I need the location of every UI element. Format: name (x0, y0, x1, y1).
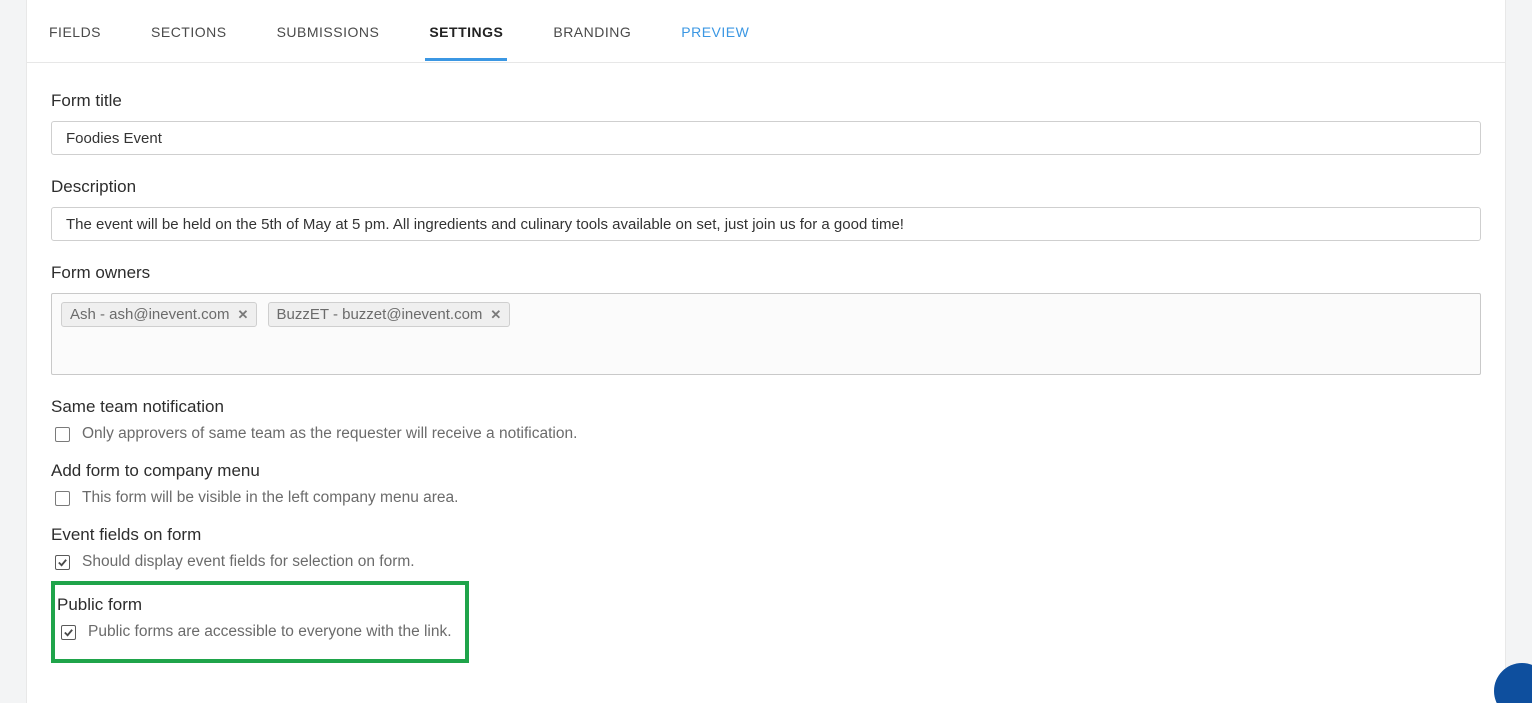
public-form-checkbox[interactable] (61, 625, 76, 640)
description-label: Description (51, 177, 1481, 197)
owner-tag-text: BuzzET - buzzet@inevent.com (277, 306, 483, 323)
event-fields-checkbox[interactable] (55, 555, 70, 570)
owner-tag: BuzzET - buzzet@inevent.com ✕ (268, 302, 511, 327)
form-title-label: Form title (51, 91, 1481, 111)
add-menu-title: Add form to company menu (51, 461, 1481, 481)
owner-tag: Ash - ash@inevent.com ✕ (61, 302, 257, 327)
remove-owner-icon[interactable]: ✕ (237, 307, 248, 323)
tabs-bar: FIELDS SECTIONS SUBMISSIONS SETTINGS BRA… (27, 0, 1505, 63)
event-fields-title: Event fields on form (51, 525, 1481, 545)
public-form-title: Public form (57, 595, 459, 615)
description-input[interactable] (51, 207, 1481, 241)
tab-settings[interactable]: SETTINGS (429, 2, 503, 60)
remove-owner-icon[interactable]: ✕ (490, 307, 501, 323)
tab-branding[interactable]: BRANDING (553, 2, 631, 60)
add-menu-checkbox[interactable] (55, 491, 70, 506)
form-title-input[interactable] (51, 121, 1481, 155)
public-form-text: Public forms are accessible to everyone … (88, 623, 452, 641)
tab-sections[interactable]: SECTIONS (151, 2, 227, 60)
tab-preview[interactable]: PREVIEW (681, 2, 749, 60)
owner-tag-text: Ash - ash@inevent.com (70, 306, 229, 323)
same-team-title: Same team notification (51, 397, 1481, 417)
same-team-text: Only approvers of same team as the reque… (82, 425, 577, 443)
tab-submissions[interactable]: SUBMISSIONS (277, 2, 380, 60)
form-owners-label: Form owners (51, 263, 1481, 283)
add-menu-text: This form will be visible in the left co… (82, 489, 458, 507)
tab-fields[interactable]: FIELDS (49, 2, 101, 60)
public-form-highlight: Public form Public forms are accessible … (51, 581, 469, 663)
form-owners-box[interactable]: Ash - ash@inevent.com ✕ BuzzET - buzzet@… (51, 293, 1481, 375)
same-team-checkbox[interactable] (55, 427, 70, 442)
event-fields-text: Should display event fields for selectio… (82, 553, 415, 571)
